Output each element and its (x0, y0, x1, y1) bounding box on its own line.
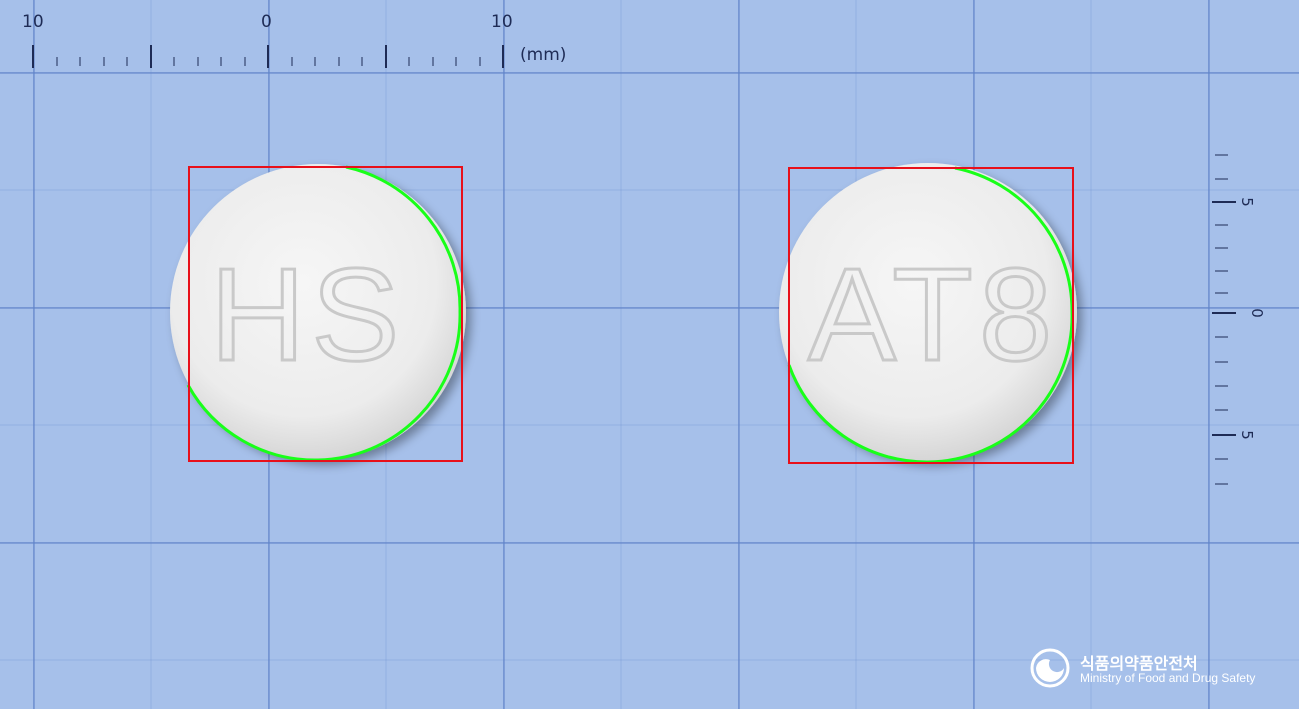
pill-left: HS (170, 164, 466, 462)
pill-right: AT8 (779, 163, 1077, 464)
pill-right-imprint: AT8 (808, 241, 1058, 388)
ruler-top-ticks (32, 45, 504, 68)
mfds-emblem-icon (1030, 648, 1070, 688)
pill-image-overlay: HS AT8 (32, 45, 1236, 485)
logo-name-english: Ministry of Food and Drug Safety (1080, 671, 1256, 685)
ruler-right-ticks (1212, 154, 1236, 485)
pill-left-imprint: HS (210, 241, 405, 388)
